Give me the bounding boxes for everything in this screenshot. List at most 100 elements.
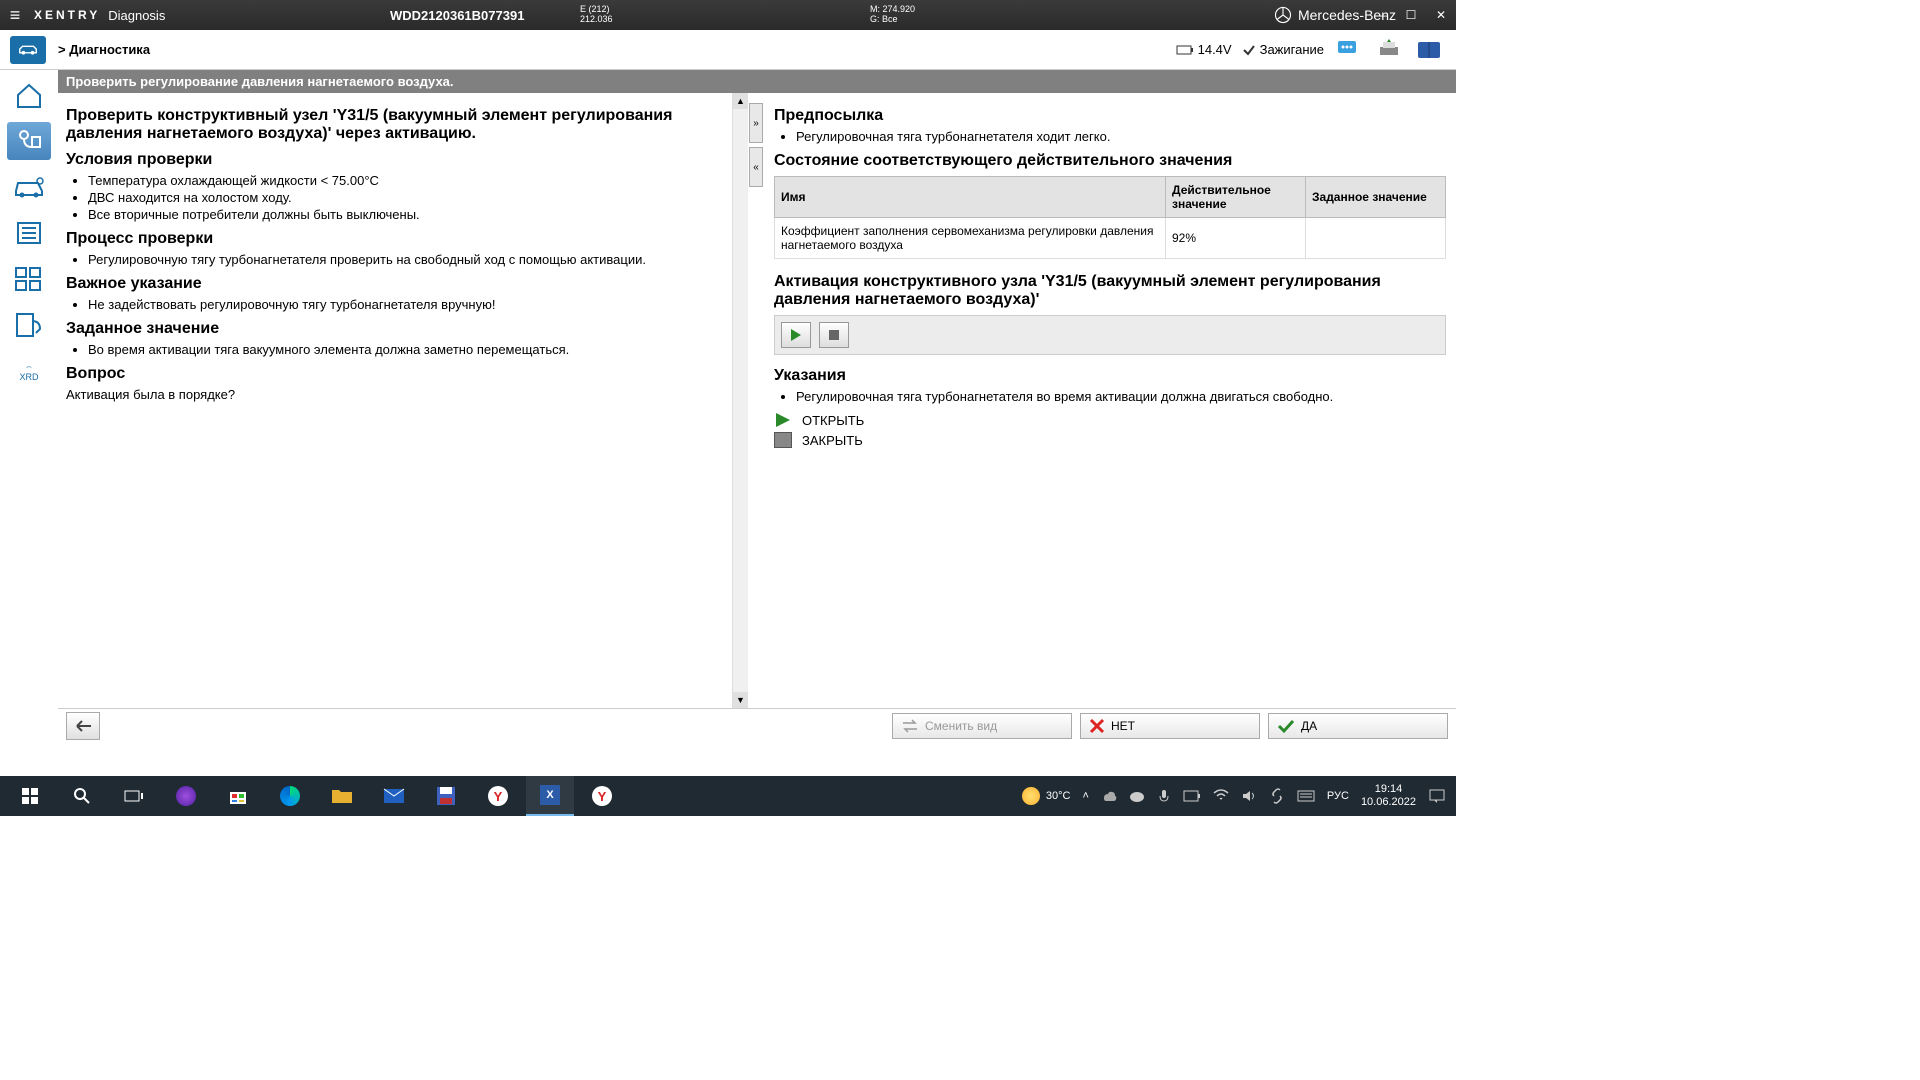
grid-icon xyxy=(14,266,44,292)
tb-app-store[interactable] xyxy=(214,776,262,816)
stop-button[interactable] xyxy=(819,322,849,348)
no-button[interactable]: НЕТ xyxy=(1080,713,1260,739)
heading-process: Процесс проверки xyxy=(66,230,724,248)
mic-icon[interactable] xyxy=(1157,788,1171,804)
hints-list: Регулировочная тяга турбонагнетателя во … xyxy=(774,389,1446,404)
link-icon[interactable] xyxy=(1269,788,1285,804)
cloud-icon[interactable] xyxy=(1129,788,1145,804)
search-icon xyxy=(73,787,91,805)
back-button[interactable] xyxy=(66,712,100,740)
th-actual: Действительное значение xyxy=(1166,177,1306,218)
nav-service[interactable] xyxy=(7,306,51,344)
heading-prereq: Предпосылка xyxy=(774,107,1446,125)
stop-grey-icon xyxy=(774,432,792,448)
expand-left-button[interactable]: « xyxy=(749,147,763,187)
nav-diagnosis[interactable] xyxy=(7,122,51,160)
left-scrollbar[interactable]: ▲ ▼ xyxy=(732,93,748,708)
volume-icon[interactable] xyxy=(1241,789,1257,803)
minimize-button[interactable]: — xyxy=(1366,5,1396,25)
maximize-button[interactable]: ☐ xyxy=(1396,5,1426,25)
y-icon: Y xyxy=(488,786,508,806)
print-button[interactable] xyxy=(1374,37,1404,63)
taskview-icon xyxy=(124,788,144,804)
folder-icon xyxy=(331,787,353,805)
windows-icon xyxy=(21,787,39,805)
tb-yandex-1[interactable]: Y xyxy=(474,776,522,816)
play-button[interactable] xyxy=(781,322,811,348)
search-button[interactable] xyxy=(58,776,106,816)
nav-grid[interactable] xyxy=(7,260,51,298)
nav-vehicle-test[interactable] xyxy=(7,168,51,206)
onedrive-icon[interactable] xyxy=(1101,788,1117,804)
tray-chevron-icon[interactable]: ˄ xyxy=(1082,790,1088,802)
clipboard-wrench-icon xyxy=(14,311,44,339)
nav-home[interactable] xyxy=(7,76,51,114)
splitter: » « xyxy=(748,93,764,708)
target-list: Во время активации тяга вакуумного элеме… xyxy=(66,342,724,357)
question-text: Активация была в порядке? xyxy=(66,387,724,402)
mail-icon xyxy=(383,788,405,804)
tb-mail[interactable] xyxy=(370,776,418,816)
car-icon xyxy=(17,43,39,57)
play-icon xyxy=(789,328,803,342)
nav-list[interactable] xyxy=(7,214,51,252)
start-button[interactable] xyxy=(6,776,54,816)
bottom-bar: Сменить вид НЕТ ДА xyxy=(58,708,1456,742)
breadcrumb-text: > Диагностика xyxy=(58,42,150,57)
arrow-left-icon xyxy=(73,718,93,734)
nav-xrd[interactable]: ⌢XRD xyxy=(7,352,51,390)
tb-yandex-2[interactable]: Y xyxy=(578,776,626,816)
heading-conditions: Условия проверки xyxy=(66,151,724,169)
sidebar: ⌢XRD xyxy=(0,70,58,742)
expand-right-button[interactable]: » xyxy=(749,103,763,143)
scroll-down-icon[interactable]: ▼ xyxy=(733,692,748,708)
tb-edge[interactable] xyxy=(266,776,314,816)
weather-widget[interactable]: 30°C xyxy=(1022,787,1071,805)
tb-app-5[interactable] xyxy=(422,776,470,816)
legend-open: ОТКРЫТЬ xyxy=(774,412,1446,428)
switch-view-button[interactable]: Сменить вид xyxy=(892,713,1072,739)
right-pane: Предпосылка Регулировочная тяга турбонаг… xyxy=(764,93,1456,708)
th-target: Заданное значение xyxy=(1306,177,1446,218)
tb-explorer[interactable] xyxy=(318,776,366,816)
vin-label: WDD2120361B077391 xyxy=(390,8,524,23)
tb-xentry[interactable]: X xyxy=(526,776,574,816)
heading-activation: Активация конструктивного узла 'Y31/5 (в… xyxy=(774,273,1446,309)
close-button[interactable]: ✕ xyxy=(1426,5,1456,25)
brand-xentry: XENTRY xyxy=(34,8,100,22)
swap-icon xyxy=(901,718,919,734)
taskview-button[interactable] xyxy=(110,776,158,816)
values-table: Имя Действительное значение Заданное зна… xyxy=(774,176,1446,259)
wifi-icon[interactable] xyxy=(1213,789,1229,803)
sun-icon xyxy=(1022,787,1040,805)
circle-purple-icon xyxy=(176,786,196,806)
left-pane: Проверить конструктивный узел 'Y31/5 (ва… xyxy=(58,93,732,708)
table-row: Коэффициент заполнения сервомеханизма ре… xyxy=(775,218,1446,259)
heading-question: Вопрос xyxy=(66,365,724,383)
main-area: ⌢XRD Проверить регулирование давления на… xyxy=(0,70,1456,742)
check-green-icon xyxy=(1277,718,1295,734)
battery-voltage: 14.4V xyxy=(1176,42,1232,57)
taskbar: Y X Y 30°C ˄ РУС 19:14 10.06.2022 xyxy=(0,776,1456,816)
stethoscope-icon xyxy=(14,127,44,155)
language-indicator[interactable]: РУС xyxy=(1327,790,1349,802)
chat-button[interactable] xyxy=(1334,37,1364,63)
th-name: Имя xyxy=(775,177,1166,218)
play-green-icon xyxy=(774,412,792,428)
titlebar: ≡ XENTRY Diagnosis WDD2120361B077391 E (… xyxy=(0,0,1456,30)
vehicle-button[interactable] xyxy=(10,36,46,64)
star-icon xyxy=(1274,6,1292,24)
hamburger-menu[interactable]: ≡ xyxy=(0,5,30,26)
yes-button[interactable]: ДА xyxy=(1268,713,1448,739)
heading-note: Важное указание xyxy=(66,275,724,293)
notifications-icon[interactable] xyxy=(1428,788,1446,804)
battery-tray-icon[interactable] xyxy=(1183,789,1201,803)
scroll-up-icon[interactable]: ▲ xyxy=(733,93,748,109)
help-button[interactable] xyxy=(1414,37,1444,63)
note-list: Не задействовать регулировочную тягу тур… xyxy=(66,297,724,312)
clock[interactable]: 19:14 10.06.2022 xyxy=(1361,783,1416,809)
conditions-list: Температура охлаждающей жидкости < 75.00… xyxy=(66,173,724,222)
home-icon xyxy=(14,81,44,109)
keyboard-icon[interactable] xyxy=(1297,790,1315,802)
tb-app-1[interactable] xyxy=(162,776,210,816)
